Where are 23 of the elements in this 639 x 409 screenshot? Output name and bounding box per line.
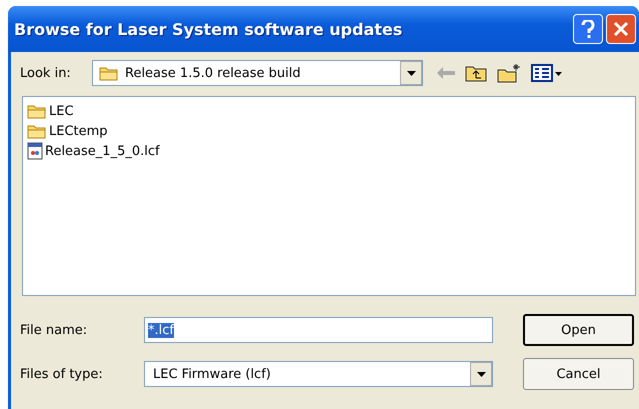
view-menu-icon[interactable] <box>531 64 563 82</box>
look-in-label: Look in: <box>20 66 72 80</box>
new-folder-icon[interactable] <box>497 63 521 83</box>
folder-icon <box>27 103 47 119</box>
file-list-item[interactable]: LECtemp <box>27 121 635 141</box>
dropdown-arrow-icon <box>406 70 416 76</box>
open-button[interactable]: Open <box>523 314 634 346</box>
document-icon <box>27 142 43 160</box>
file-name-field[interactable]: *.lcf <box>144 317 493 343</box>
folder-icon <box>99 65 119 81</box>
window-title: Browse for Laser System software updates <box>14 20 404 38</box>
file-list-item[interactable]: Release_1_5_0.lcf <box>27 141 635 161</box>
dropdown-arrow-icon <box>476 372 486 376</box>
help-icon[interactable] <box>573 14 603 44</box>
file-list-item[interactable]: LEC <box>27 101 635 121</box>
up-folder-icon[interactable] <box>465 64 487 82</box>
files-of-type-label: Files of type: <box>20 366 104 382</box>
look-in-dropdown[interactable]: Release 1.5.0 release build <box>92 60 423 86</box>
cancel-button[interactable]: Cancel <box>523 358 634 390</box>
file-type-dropdown[interactable]: LEC Firmware (lcf) <box>144 361 493 387</box>
close-icon[interactable] <box>606 14 636 44</box>
file-name-label: File name: <box>20 322 88 338</box>
folder-icon <box>27 123 47 139</box>
